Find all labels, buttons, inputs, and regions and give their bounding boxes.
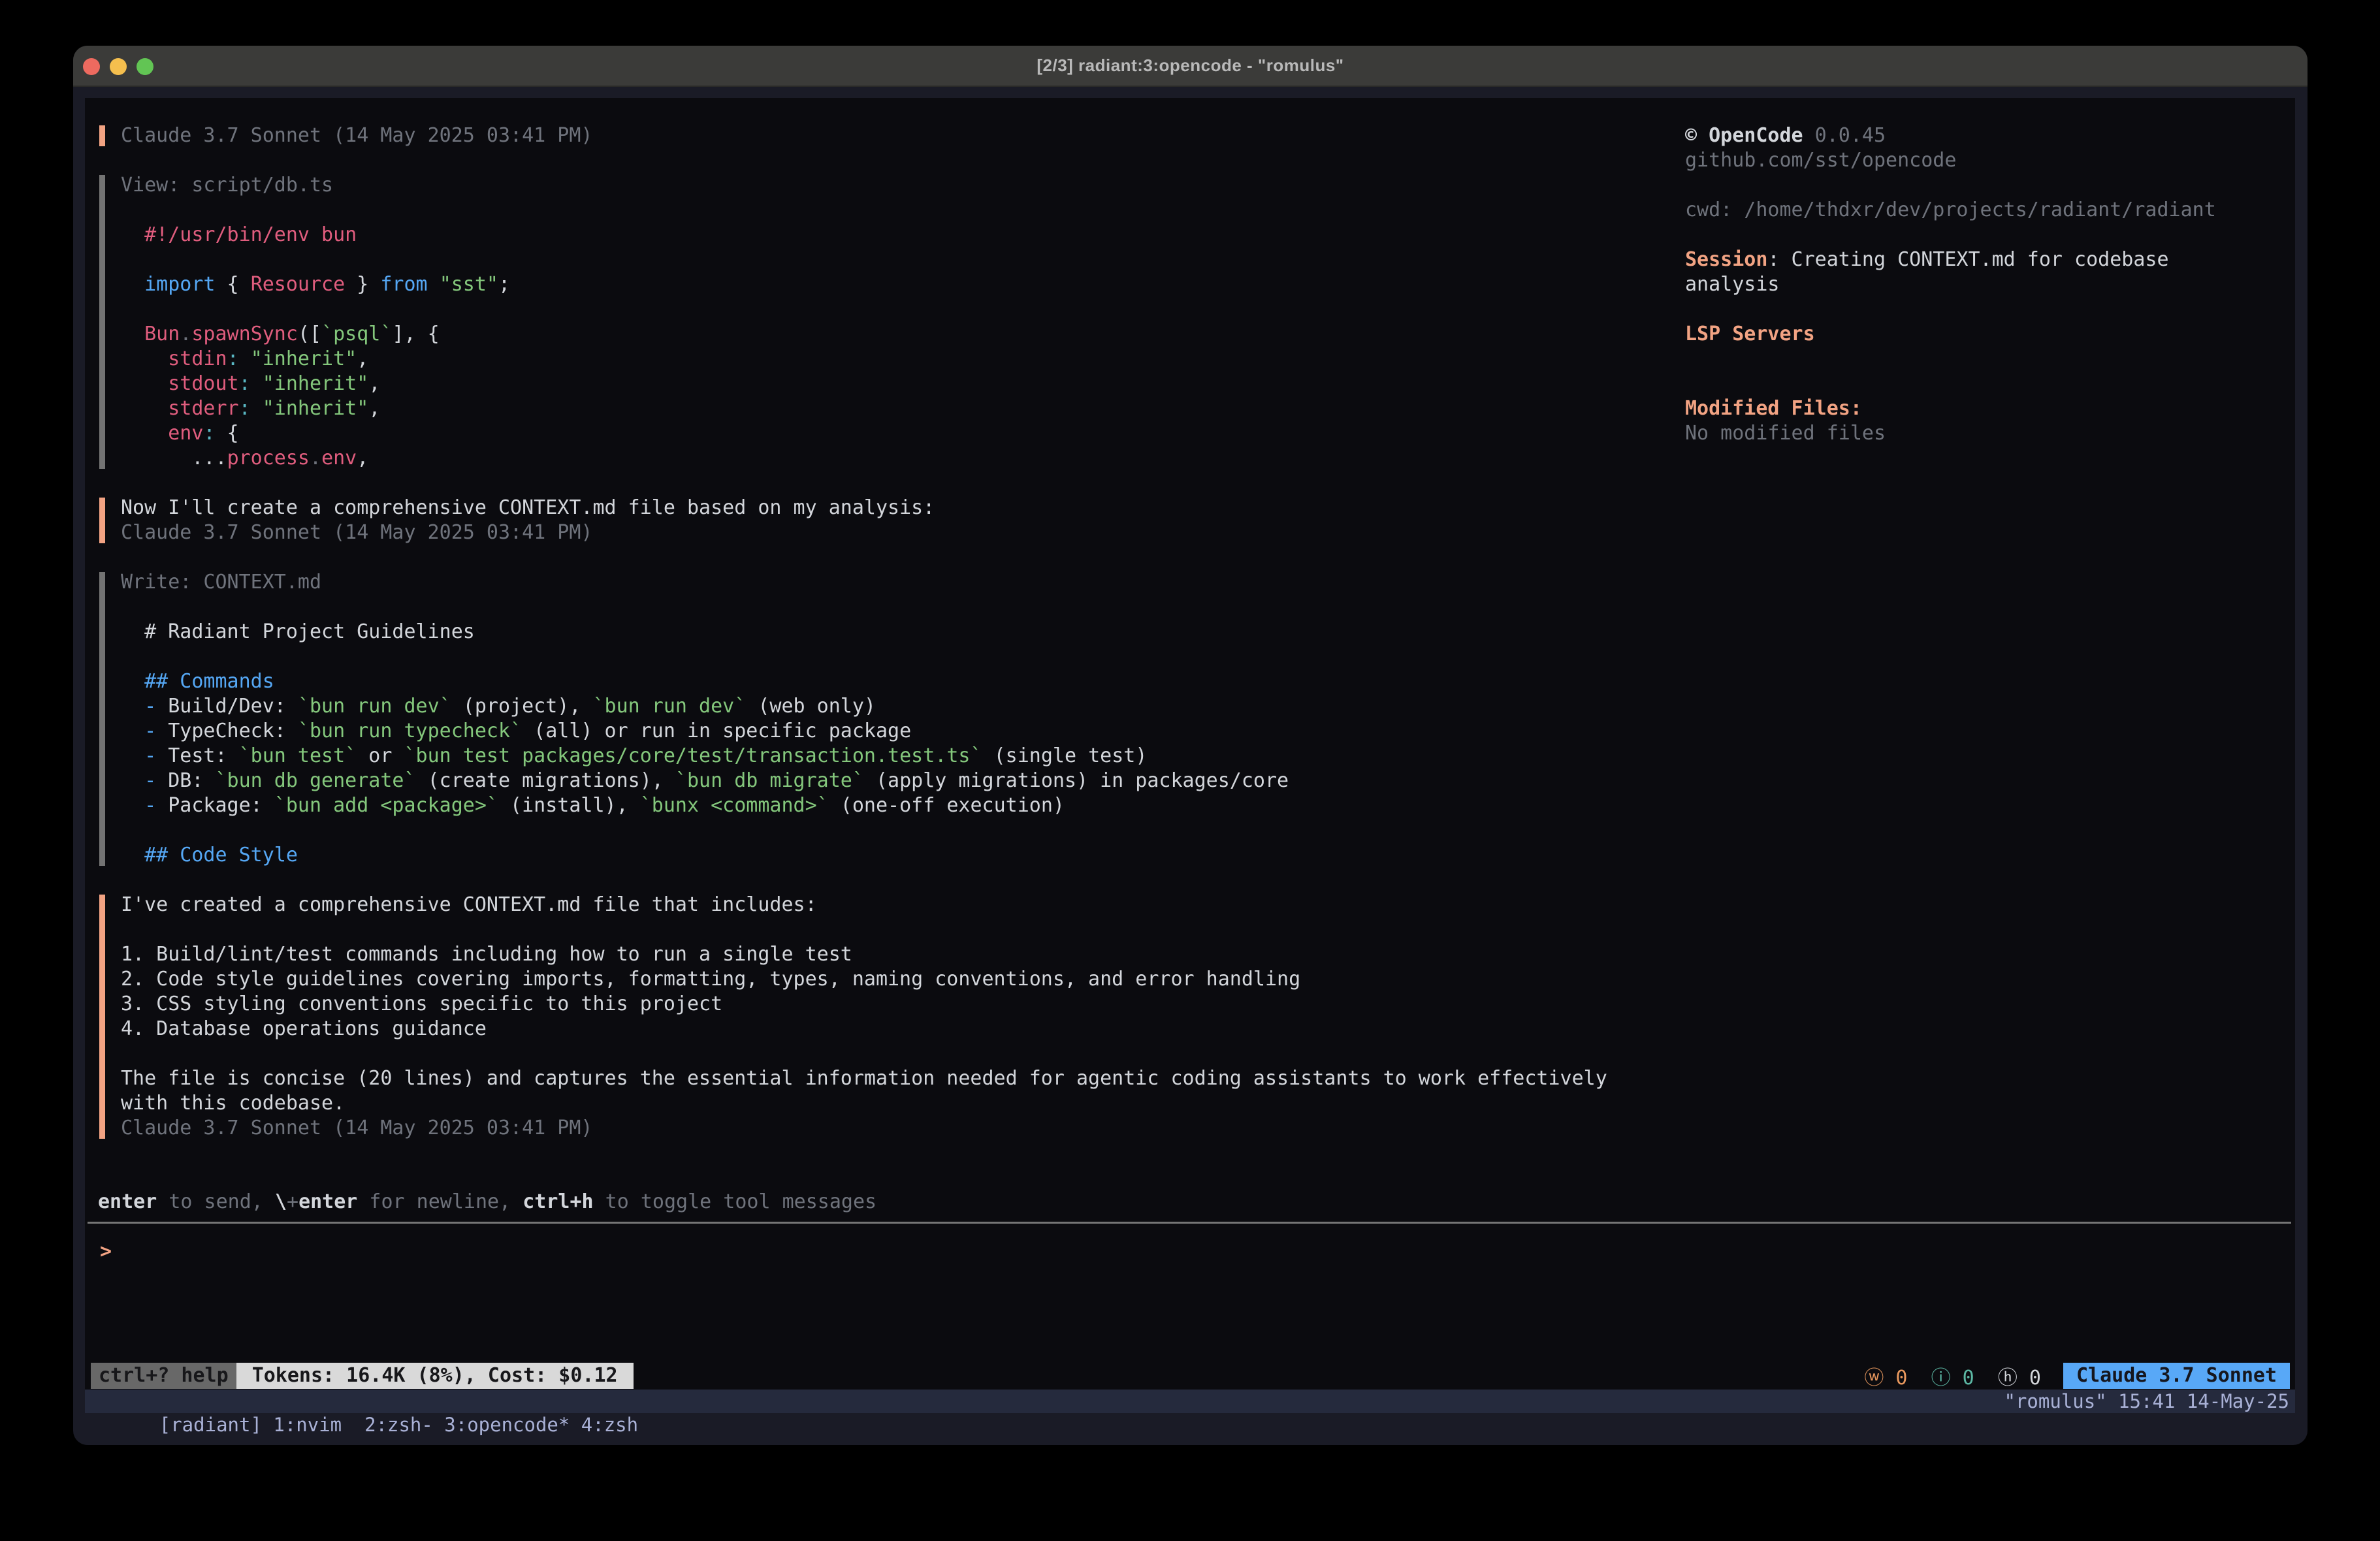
sidebar-line: cwd: /home/thdxr/dev/projects/radiant/ra… [1685, 198, 2292, 223]
chat-message-block: I've created a comprehensive CONTEXT.md … [85, 893, 1672, 1141]
chat-line [121, 917, 1672, 942]
chat-line: ## Code Style [121, 843, 1672, 868]
window-title: [2/3] radiant:3:opencode - "romulus" [73, 56, 2308, 76]
chat-line [121, 297, 1672, 322]
close-button[interactable] [83, 58, 100, 75]
help-chip[interactable]: ctrl+? help [91, 1363, 236, 1389]
chat-line: - Package: `bun add <package>` (install)… [121, 793, 1672, 818]
chat-stream: Claude 3.7 Sonnet (14 May 2025 03:41 PM)… [85, 123, 1672, 1166]
diagnostics-counters: ⓦ 0 ⓘ 0 ⓗ 0 [1864, 1361, 2041, 1390]
prompt-input[interactable]: > [100, 1239, 112, 1264]
tokens-cost-chip: Tokens: 16.4K (8%), Cost: $0.12 [236, 1363, 634, 1389]
tmux-window-3-active[interactable]: 3:opencode* [444, 1414, 581, 1436]
chat-line: env: { [121, 421, 1672, 446]
sidebar-line [1685, 347, 2292, 372]
chat-line: - DB: `bun db generate` (create migratio… [121, 769, 1672, 793]
traffic-lights [83, 46, 153, 87]
tmux-window-4[interactable]: 4:zsh [581, 1414, 638, 1436]
terminal-content: Claude 3.7 Sonnet (14 May 2025 03:41 PM)… [85, 98, 2295, 1390]
chat-line: Bun.spawnSync([`psql`], { [121, 322, 1672, 347]
sidebar-line: LSP Servers [1685, 322, 2292, 347]
input-hint-bar: enter to send, \+enter for newline, ctrl… [98, 1190, 876, 1215]
sidebar-line: Modified Files: [1685, 396, 2292, 421]
chat-line [121, 247, 1672, 272]
chat-line: Claude 3.7 Sonnet (14 May 2025 03:41 PM) [121, 520, 1672, 545]
tool-call-block: Write: CONTEXT.md # Radiant Project Guid… [85, 570, 1672, 868]
tmux-window-list: [radiant] 1:nvim 2:zsh- 3:opencode* 4:zs… [91, 1390, 638, 1413]
chat-line [121, 595, 1672, 620]
chat-line: - Build/Dev: `bun run dev` (project), `b… [121, 694, 1672, 719]
tmux-status-bar: [radiant] 1:nvim 2:zsh- 3:opencode* 4:zs… [85, 1390, 2295, 1413]
chat-line: with this codebase. [121, 1091, 1672, 1116]
chat-line [121, 1041, 1672, 1066]
chat-message-block: Now I'll create a comprehensive CONTEXT.… [85, 496, 1672, 545]
chat-line: import { Resource } from "sst"; [121, 272, 1672, 297]
chat-line: 2. Code style guidelines covering import… [121, 967, 1672, 992]
chat-line: - TypeCheck: `bun run typecheck` (all) o… [121, 719, 1672, 744]
tmux-session-name: [radiant] [159, 1414, 274, 1436]
desktop: { "window": { "title": "[2/3] radiant:3:… [0, 0, 2380, 1541]
sidebar-line: © OpenCode 0.0.45 [1685, 123, 2292, 148]
tmux-window-2[interactable]: 2:zsh- [364, 1414, 444, 1436]
sidebar-line: Session: Creating CONTEXT.md for codebas… [1685, 247, 2292, 272]
chat-line: ## Commands [121, 669, 1672, 694]
terminal-window: [2/3] radiant:3:opencode - "romulus" Cla… [73, 46, 2308, 1445]
zoom-button[interactable] [137, 58, 153, 75]
chat-line: ...process.env, [121, 446, 1672, 471]
sidebar-line: analysis [1685, 272, 2292, 297]
tmux-host-clock: "romulus" 15:41 14-May-25 [2004, 1390, 2290, 1413]
chat-line: Claude 3.7 Sonnet (14 May 2025 03:41 PM) [121, 1116, 1672, 1141]
model-badge[interactable]: Claude 3.7 Sonnet [2063, 1363, 2290, 1389]
sidebar-line [1685, 372, 2292, 396]
chat-line: - Test: `bun test` or `bun test packages… [121, 744, 1672, 769]
sidebar-line [1685, 173, 2292, 198]
chat-message-block: Claude 3.7 Sonnet (14 May 2025 03:41 PM) [85, 123, 1672, 148]
chat-line: #!/usr/bin/env bun [121, 223, 1672, 247]
tool-call-block: View: script/db.ts #!/usr/bin/env bun im… [85, 173, 1672, 471]
chat-line [121, 198, 1672, 223]
sidebar-line [1685, 223, 2292, 247]
chat-line: Claude 3.7 Sonnet (14 May 2025 03:41 PM) [121, 123, 1672, 148]
chat-line: Write: CONTEXT.md [121, 570, 1672, 595]
chat-line: I've created a comprehensive CONTEXT.md … [121, 893, 1672, 917]
chat-line: View: script/db.ts [121, 173, 1672, 198]
chat-line: 1. Build/lint/test commands including ho… [121, 942, 1672, 967]
chat-line: # Radiant Project Guidelines [121, 620, 1672, 644]
chat-line [121, 644, 1672, 669]
minimize-button[interactable] [110, 58, 127, 75]
chat-line: stdin: "inherit", [121, 347, 1672, 372]
chat-line: The file is concise (20 lines) and captu… [121, 1066, 1672, 1091]
sidebar: © OpenCode 0.0.45github.com/sst/opencode… [1685, 123, 2292, 446]
sidebar-line: No modified files [1685, 421, 2292, 446]
chat-line: Now I'll create a comprehensive CONTEXT.… [121, 496, 1672, 520]
chat-line: stderr: "inherit", [121, 396, 1672, 421]
editor-divider [88, 1222, 2291, 1224]
chat-line: 3. CSS styling conventions specific to t… [121, 992, 1672, 1017]
sidebar-line [1685, 297, 2292, 322]
status-bar: ctrl+? help Tokens: 16.4K (8%), Cost: $0… [91, 1363, 2290, 1389]
tmux-window-1[interactable]: 1:nvim [273, 1414, 364, 1436]
sidebar-line: github.com/sst/opencode [1685, 148, 2292, 173]
chat-line: stdout: "inherit", [121, 372, 1672, 396]
window-titlebar: [2/3] radiant:3:opencode - "romulus" [73, 46, 2308, 87]
chat-line [121, 818, 1672, 843]
chat-line: 4. Database operations guidance [121, 1017, 1672, 1041]
